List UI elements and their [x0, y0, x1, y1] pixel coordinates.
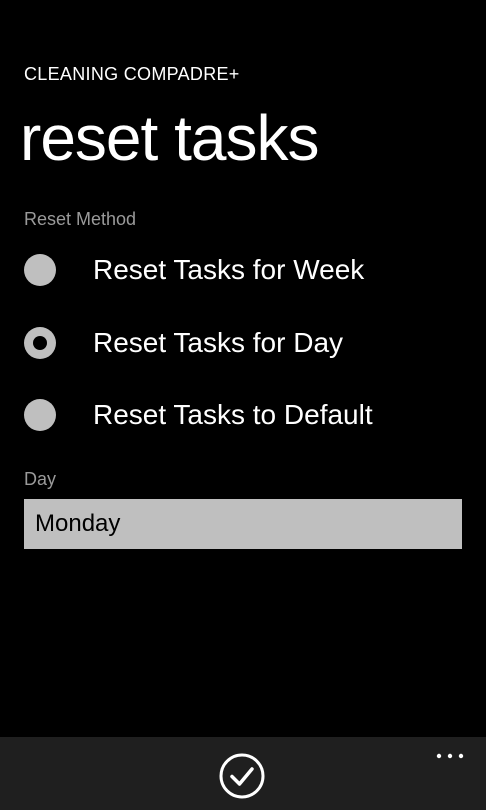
- radio-button-unchecked[interactable]: [24, 254, 56, 286]
- reset-method-label: Reset Method: [24, 209, 137, 229]
- radio-label: Reset Tasks for Day: [93, 327, 344, 358]
- check-icon: [219, 753, 265, 799]
- radio-label: Reset Tasks to Default: [93, 399, 373, 430]
- day-picker[interactable]: Monday: [24, 499, 462, 549]
- confirm-button[interactable]: [218, 752, 266, 800]
- radio-button-checked[interactable]: [24, 327, 56, 359]
- app-title: CLEANING COMPADRE+: [24, 64, 240, 84]
- radio-reset-week[interactable]: Reset Tasks for Week: [24, 242, 464, 298]
- more-options-icon: [436, 753, 464, 759]
- radio-reset-default[interactable]: Reset Tasks to Default: [24, 387, 464, 443]
- radio-label: Reset Tasks for Week: [93, 254, 365, 285]
- radio-button-unchecked[interactable]: [24, 399, 56, 431]
- radio-reset-day[interactable]: Reset Tasks for Day: [24, 315, 464, 371]
- app-bar: [0, 737, 486, 810]
- more-options-button[interactable]: [436, 747, 464, 759]
- page-title: reset tasks: [20, 102, 319, 174]
- day-label: Day: [24, 469, 57, 489]
